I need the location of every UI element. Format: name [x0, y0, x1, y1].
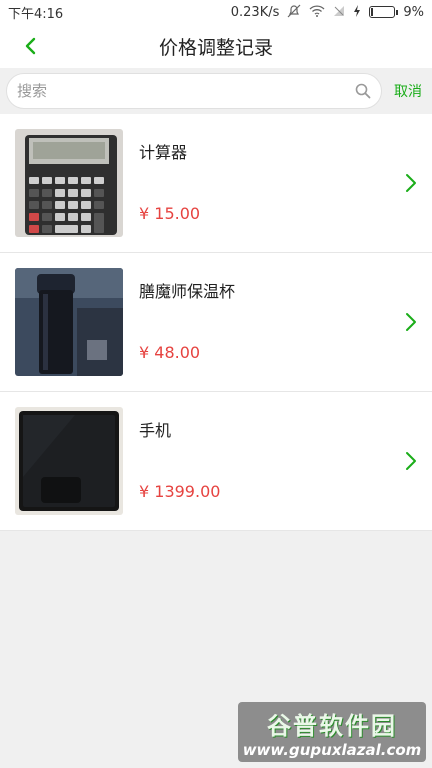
list-item-phone[interactable]: 手机 ¥ 1399.00: [0, 392, 432, 531]
item-name: 计算器: [139, 143, 188, 162]
page-title: 价格调整记录: [158, 36, 273, 59]
charging-icon: [353, 4, 361, 20]
watermark-logo: 谷普软件园 www.gupuxlazal.com: [238, 702, 426, 762]
search-bar: 取消: [0, 68, 432, 114]
watermark-url: www.gupuxlazal.com: [242, 740, 422, 759]
phone-image: [15, 407, 123, 515]
title-bar: 价格调整记录: [0, 24, 432, 68]
signal-icon: [333, 5, 345, 20]
item-info: 膳魔师保温杯 ¥ 48.00: [139, 268, 404, 376]
list-item-thermos[interactable]: 膳魔师保温杯 ¥ 48.00: [0, 253, 432, 392]
watermark-title: 谷普软件园: [267, 711, 397, 740]
wifi-icon: [309, 4, 325, 20]
status-time: 下午4:16: [8, 6, 64, 22]
item-name: 手机: [139, 421, 172, 440]
battery-percent: 9%: [403, 4, 424, 20]
chevron-right-icon[interactable]: [404, 451, 418, 471]
search-input[interactable]: [17, 82, 355, 100]
network-speed: 0.23K/s: [230, 4, 280, 20]
item-price: ¥ 1399.00: [139, 482, 221, 501]
price-record-list: 计算器 ¥ 15.00 膳魔师保温杯 ¥ 48.00 手机 ¥ 1399.00: [0, 114, 432, 531]
chevron-left-icon: [25, 37, 36, 55]
cancel-button[interactable]: 取消: [390, 81, 426, 101]
item-name: 膳魔师保温杯: [139, 282, 236, 301]
back-button[interactable]: [8, 24, 52, 68]
mute-icon: [287, 4, 301, 21]
calculator-image: [15, 129, 123, 237]
battery-icon: [369, 6, 399, 18]
status-right: 0.23K/s 9%: [231, 4, 424, 21]
search-icon[interactable]: [355, 83, 371, 99]
thermos-image: [15, 268, 123, 376]
chevron-right-icon[interactable]: [404, 173, 418, 193]
search-box[interactable]: [6, 73, 382, 109]
item-info: 计算器 ¥ 15.00: [139, 129, 404, 237]
item-info: 手机 ¥ 1399.00: [139, 407, 404, 515]
item-price: ¥ 15.00: [139, 204, 201, 223]
chevron-right-icon[interactable]: [404, 312, 418, 332]
list-item-calculator[interactable]: 计算器 ¥ 15.00: [0, 114, 432, 253]
item-price: ¥ 48.00: [139, 343, 201, 362]
status-bar: 下午4:16 0.23K/s 9%: [0, 0, 432, 24]
